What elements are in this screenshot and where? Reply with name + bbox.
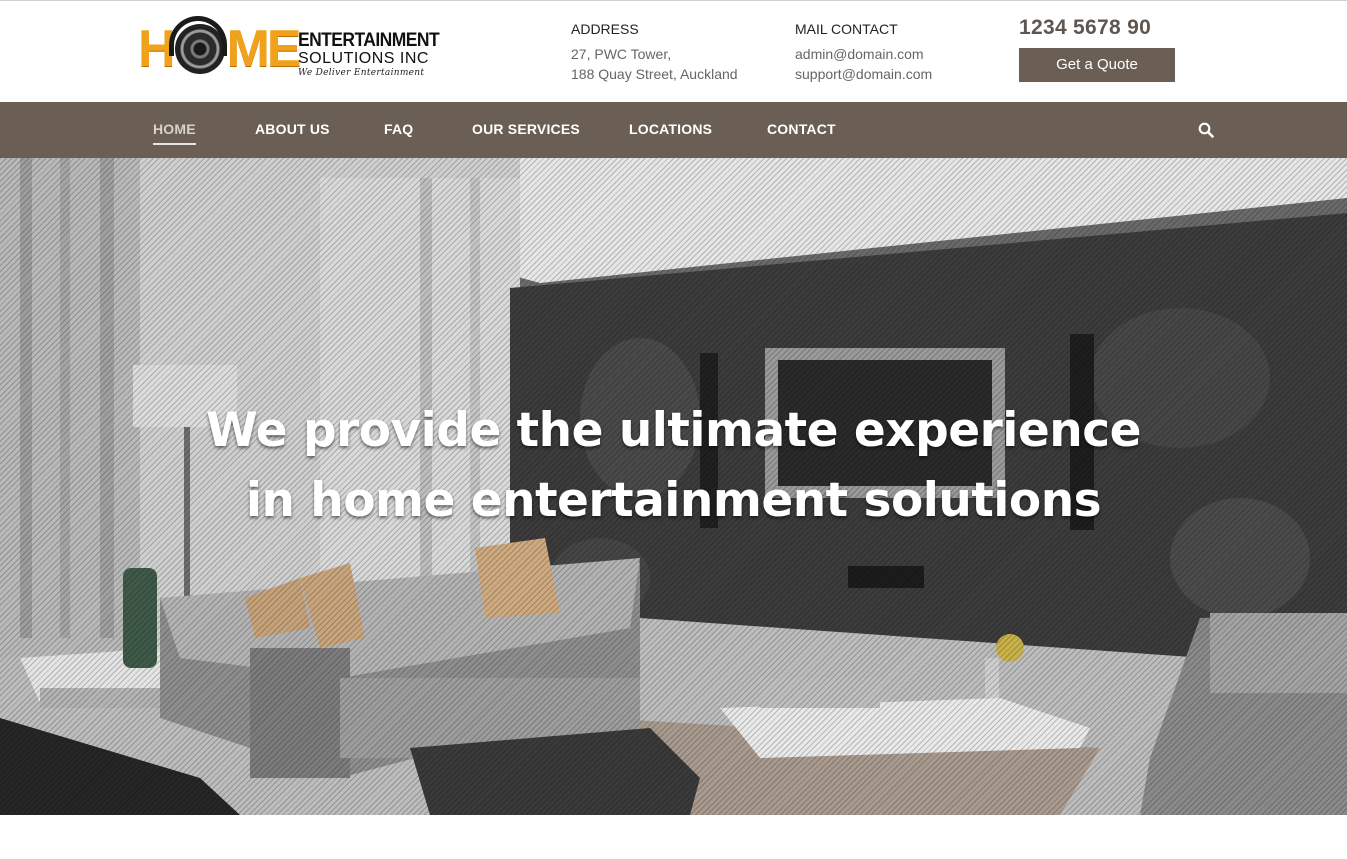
page-bottom-area xyxy=(0,815,1347,859)
logo-letter-h: H xyxy=(138,20,176,78)
site-header: H ME ENTERTAINMENT SOLUTIONS INC We Deli… xyxy=(0,1,1347,102)
address-line-2: 188 Quay Street, Auckland xyxy=(571,66,738,82)
site-logo[interactable]: H ME ENTERTAINMENT SOLUTIONS INC We Deli… xyxy=(138,16,440,85)
address-title: ADDRESS xyxy=(571,21,639,37)
hero-banner: We provide the ultimate experience in ho… xyxy=(0,158,1347,815)
search-icon[interactable] xyxy=(1198,122,1214,138)
nav-item-locations[interactable]: LOCATIONS xyxy=(629,102,712,158)
address-block: ADDRESS 27, PWC Tower, 188 Quay Street, … xyxy=(571,20,738,84)
nav-item-home[interactable]: HOME xyxy=(153,102,196,158)
nav-item-our-services[interactable]: OUR SERVICES xyxy=(472,102,580,158)
address-line-1: 27, PWC Tower, xyxy=(571,46,672,62)
logo-text: ENTERTAINMENT SOLUTIONS INC We Deliver E… xyxy=(298,31,448,79)
logo-tagline: We Deliver Entertainment xyxy=(298,68,425,78)
nav-item-about-us[interactable]: ABOUT US xyxy=(255,102,330,158)
mail-support-link[interactable]: support@domain.com xyxy=(795,64,932,84)
logo-letters-me: ME xyxy=(226,20,302,78)
phone-number: 1234 5678 90 xyxy=(1019,16,1152,39)
mail-contact-block: MAIL CONTACT admin@domain.com support@do… xyxy=(795,20,932,84)
nav-label-home: HOME xyxy=(153,121,196,137)
main-navigation: HOME ABOUT US FAQ OUR SERVICES LOCATIONS… xyxy=(0,102,1347,158)
mail-contact-title: MAIL CONTACT xyxy=(795,21,898,37)
nav-item-faq[interactable]: FAQ xyxy=(384,102,413,158)
logo-line-entertainment: ENTERTAINMENT xyxy=(298,30,440,51)
speaker-headphones-icon xyxy=(168,16,227,74)
hero-headline-line-1: We provide the ultimate experience xyxy=(206,403,1141,458)
hero-headline: We provide the ultimate experience in ho… xyxy=(0,396,1347,536)
logo-home-wordmark: H ME xyxy=(138,16,302,78)
nav-item-contact[interactable]: CONTACT xyxy=(767,102,836,158)
logo-line-solutions: SOLUTIONS INC xyxy=(298,50,429,67)
get-quote-button[interactable]: Get a Quote xyxy=(1019,48,1175,82)
mail-admin-link[interactable]: admin@domain.com xyxy=(795,44,932,64)
headphones-icon xyxy=(168,16,227,56)
nav-active-underline xyxy=(153,143,196,145)
hero-headline-line-2: in home entertainment solutions xyxy=(245,473,1102,528)
